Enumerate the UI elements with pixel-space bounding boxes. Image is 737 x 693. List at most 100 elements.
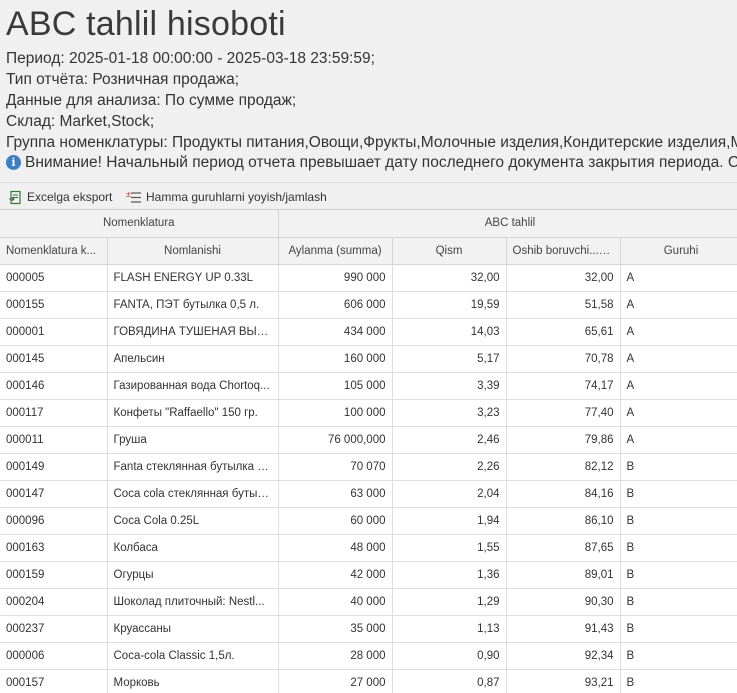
cell-name[interactable]: Coca cola стеклянная бутыл... xyxy=(107,480,279,508)
cell-share[interactable]: 0,90 xyxy=(392,642,507,670)
cell-share[interactable]: 1,13 xyxy=(392,615,507,643)
cell-share[interactable]: 3,23 xyxy=(392,399,507,427)
table-row[interactable]: 000163 Колбаса 48 000 1,55 87,65 B xyxy=(0,534,737,562)
cell-name[interactable]: Колбаса xyxy=(107,534,279,562)
cell-name[interactable]: Fanta стеклянная бутылка 0,... xyxy=(107,453,279,481)
cell-name[interactable]: Шоколад плиточный: Nestl... xyxy=(107,588,279,616)
cell-group[interactable]: B xyxy=(620,642,737,670)
cell-code[interactable]: 000157 xyxy=(0,669,108,693)
cell-turnover[interactable]: 63 000 xyxy=(278,480,393,508)
cell-share[interactable]: 3,39 xyxy=(392,372,507,400)
cell-group[interactable]: A xyxy=(620,345,737,373)
table-row[interactable]: 000001 ГОВЯДИНА ТУШЕНАЯ ВЫСШ... 434 000 14,… xyxy=(0,318,737,346)
cell-code[interactable]: 000159 xyxy=(0,561,108,589)
cell-code[interactable]: 000163 xyxy=(0,534,108,562)
cell-group[interactable]: B xyxy=(620,480,737,508)
cell-cumulative[interactable]: 32,00 xyxy=(506,264,621,292)
expand-collapse-groups-button[interactable]: ± Hamma guruhlarni yoyish/jamlash xyxy=(125,187,327,207)
cell-cumulative[interactable]: 90,30 xyxy=(506,588,621,616)
cell-group[interactable]: A xyxy=(620,291,737,319)
cell-code[interactable]: 000149 xyxy=(0,453,108,481)
cell-cumulative[interactable]: 79,86 xyxy=(506,426,621,454)
cell-turnover[interactable]: 70 070 xyxy=(278,453,393,481)
cell-code[interactable]: 000117 xyxy=(0,399,108,427)
cell-turnover[interactable]: 35 000 xyxy=(278,615,393,643)
cell-share[interactable]: 19,59 xyxy=(392,291,507,319)
table-row[interactable]: 000237 Круассаны 35 000 1,13 91,43 B xyxy=(0,615,737,643)
cell-name[interactable]: Coca-cola Classic 1,5л. xyxy=(107,642,279,670)
cell-cumulative[interactable]: 87,65 xyxy=(506,534,621,562)
cell-share[interactable]: 2,46 xyxy=(392,426,507,454)
cell-share[interactable]: 1,36 xyxy=(392,561,507,589)
cell-code[interactable]: 000005 xyxy=(0,264,108,292)
column-header-name[interactable]: Nomlanishi xyxy=(107,237,279,265)
cell-share[interactable]: 32,00 xyxy=(392,264,507,292)
cell-name[interactable]: Coca Cola 0.25L xyxy=(107,507,279,535)
cell-group[interactable]: B xyxy=(620,534,737,562)
cell-name[interactable]: Апельсин xyxy=(107,345,279,373)
column-header-turnover[interactable]: Aylanma (summa) xyxy=(278,237,393,265)
table-row[interactable]: 000011 Груша 76 000,000 2,46 79,86 A xyxy=(0,426,737,454)
cell-name[interactable]: Газированная вода Chortoq... xyxy=(107,372,279,400)
cell-group[interactable]: A xyxy=(620,399,737,427)
cell-cumulative[interactable]: 77,40 xyxy=(506,399,621,427)
table-row[interactable]: 000096 Coca Cola 0.25L 60 000 1,94 86,10 B xyxy=(0,507,737,535)
cell-turnover[interactable]: 60 000 xyxy=(278,507,393,535)
cell-group[interactable]: A xyxy=(620,426,737,454)
table-row[interactable]: 000146 Газированная вода Chortoq... 105 00… xyxy=(0,372,737,400)
cell-code[interactable]: 000006 xyxy=(0,642,108,670)
table-row[interactable]: 000147 Coca cola стеклянная бутыл... 63 00… xyxy=(0,480,737,508)
cell-group[interactable]: A xyxy=(620,264,737,292)
table-row[interactable]: 000149 Fanta стеклянная бутылка 0,... 70 0… xyxy=(0,453,737,481)
cell-name[interactable]: Морковь xyxy=(107,669,279,693)
table-row[interactable]: 000145 Апельсин 160 000 5,17 70,78 A xyxy=(0,345,737,373)
cell-cumulative[interactable]: 86,10 xyxy=(506,507,621,535)
cell-cumulative[interactable]: 89,01 xyxy=(506,561,621,589)
cell-name[interactable]: ГОВЯДИНА ТУШЕНАЯ ВЫСШ... xyxy=(107,318,279,346)
cell-cumulative[interactable]: 84,16 xyxy=(506,480,621,508)
cell-code[interactable]: 000145 xyxy=(0,345,108,373)
cell-cumulative[interactable]: 91,43 xyxy=(506,615,621,643)
column-header-share[interactable]: Qism xyxy=(392,237,507,265)
cell-turnover[interactable]: 28 000 xyxy=(278,642,393,670)
table-row[interactable]: 000155 FANTA, ПЭТ бутылка 0,5 л. 606 000 19… xyxy=(0,291,737,319)
cell-cumulative[interactable]: 51,58 xyxy=(506,291,621,319)
cell-turnover[interactable]: 27 000 xyxy=(278,669,393,693)
table-row[interactable]: 000117 Конфеты "Raffaello" 150 гр. 100 000… xyxy=(0,399,737,427)
table-row[interactable]: 000204 Шоколад плиточный: Nestl... 40 000 1… xyxy=(0,588,737,616)
cell-share[interactable]: 2,26 xyxy=(392,453,507,481)
cell-name[interactable]: FLASH ENERGY UP 0.33L xyxy=(107,264,279,292)
table-row[interactable]: 000159 Огурцы 42 000 1,36 89,01 B xyxy=(0,561,737,589)
column-header-code[interactable]: Nomenklatura k... xyxy=(0,237,108,265)
cell-share[interactable]: 1,29 xyxy=(392,588,507,616)
table-row[interactable]: 000157 Морковь 27 000 0,87 93,21 B xyxy=(0,669,737,693)
cell-turnover[interactable]: 434 000 xyxy=(278,318,393,346)
cell-code[interactable]: 000011 xyxy=(0,426,108,454)
cell-name[interactable]: Конфеты "Raffaello" 150 гр. xyxy=(107,399,279,427)
cell-cumulative[interactable]: 65,61 xyxy=(506,318,621,346)
cell-code[interactable]: 000204 xyxy=(0,588,108,616)
cell-name[interactable]: FANTA, ПЭТ бутылка 0,5 л. xyxy=(107,291,279,319)
cell-code[interactable]: 000237 xyxy=(0,615,108,643)
cell-code[interactable]: 000001 xyxy=(0,318,108,346)
cell-share[interactable]: 0,87 xyxy=(392,669,507,693)
excel-export-button[interactable]: Excelga eksport xyxy=(8,187,112,207)
cell-group[interactable]: B xyxy=(620,561,737,589)
cell-code[interactable]: 000096 xyxy=(0,507,108,535)
column-header-group[interactable]: Guruhi xyxy=(620,237,737,265)
cell-code[interactable]: 000146 xyxy=(0,372,108,400)
cell-cumulative[interactable]: 74,17 xyxy=(506,372,621,400)
cell-share[interactable]: 1,55 xyxy=(392,534,507,562)
cell-turnover[interactable]: 100 000 xyxy=(278,399,393,427)
cell-share[interactable]: 5,17 xyxy=(392,345,507,373)
cell-group[interactable]: B xyxy=(620,507,737,535)
column-header-cumulative[interactable]: Oshib boruvchi... ⇂≡ xyxy=(506,237,621,265)
cell-share[interactable]: 14,03 xyxy=(392,318,507,346)
cell-cumulative[interactable]: 70,78 xyxy=(506,345,621,373)
cell-code[interactable]: 000155 xyxy=(0,291,108,319)
cell-turnover[interactable]: 48 000 xyxy=(278,534,393,562)
cell-name[interactable]: Огурцы xyxy=(107,561,279,589)
table-row[interactable]: 000005 FLASH ENERGY UP 0.33L 990 000 32,00 3… xyxy=(0,264,737,292)
table-row[interactable]: 000006 Coca-cola Classic 1,5л. 28 000 0,90 9… xyxy=(0,642,737,670)
cell-cumulative[interactable]: 82,12 xyxy=(506,453,621,481)
